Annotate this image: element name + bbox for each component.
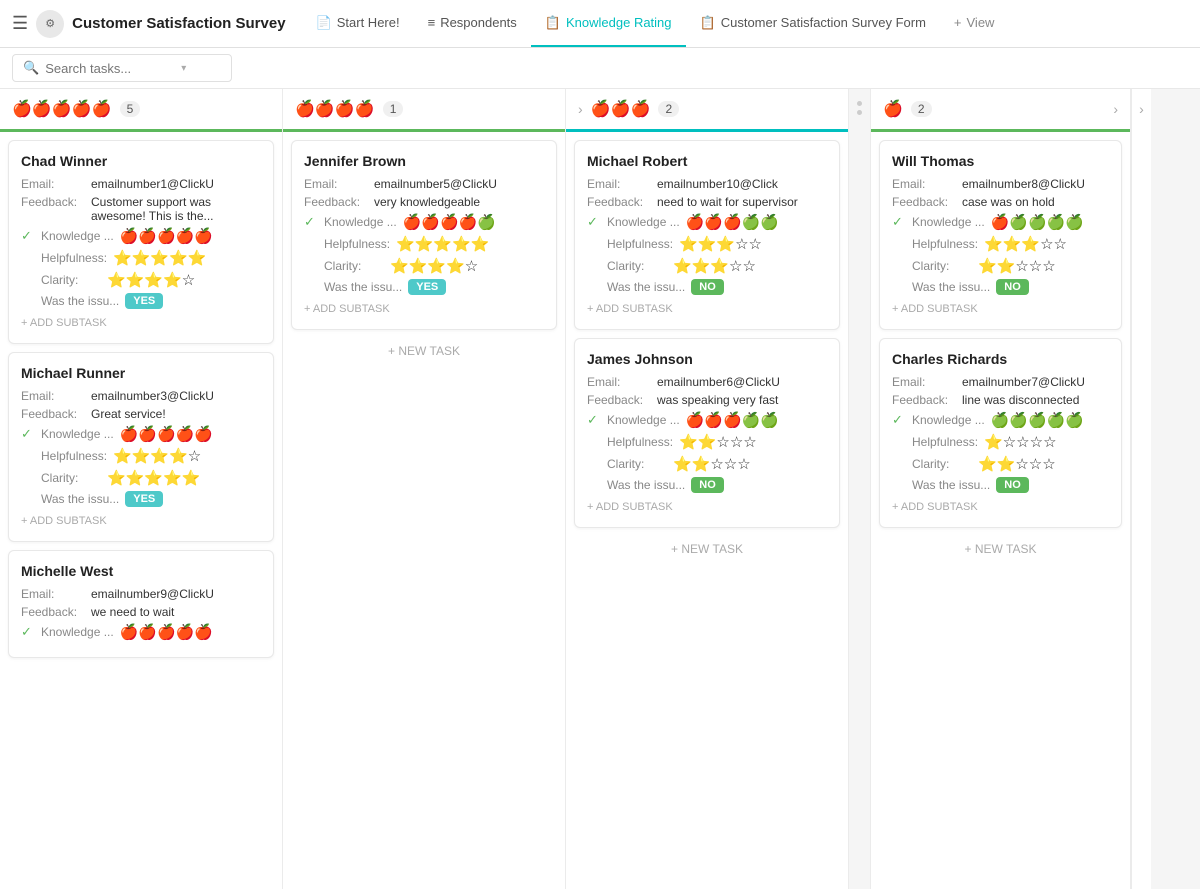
form-icon: 📋 — [700, 15, 716, 31]
card-title: Will Thomas — [892, 153, 1109, 169]
knowledge-label: Knowledge ... — [41, 229, 114, 243]
issue-badge-yes: YES — [125, 293, 163, 309]
card-jennifer-brown: Jennifer Brown Email: emailnumber5@Click… — [291, 140, 557, 330]
search-input-wrapper[interactable]: 🔍 ▾ — [12, 54, 232, 82]
helpfulness-row: Helpfulness: ⭐⭐⭐⭐⭐ — [21, 249, 261, 267]
card-michael-robert: Michael Robert Email: emailnumber10@Clic… — [574, 140, 840, 330]
column-1-header: 🍎🍎🍎🍎🍎 5 — [0, 89, 282, 132]
column-4-body: Will Thomas Email: emailnumber8@ClickU F… — [871, 132, 1130, 889]
card-title: Charles Richards — [892, 351, 1109, 367]
add-subtask-btn4[interactable]: + ADD SUBTASK — [587, 301, 827, 317]
arrow-left-col3[interactable]: › — [578, 101, 583, 117]
tab-view[interactable]: + View — [940, 0, 1009, 47]
card-james-johnson: James Johnson Email: emailnumber6@ClickU… — [574, 338, 840, 528]
knowledge-row2: ✓ Knowledge ... 🍎🍎🍎🍎🍎 — [21, 425, 261, 443]
start-icon: 📄 — [316, 15, 332, 31]
knowledge-icon: 📋 — [545, 15, 561, 31]
app-title: Customer Satisfaction Survey — [72, 15, 285, 32]
apple-icons-col3: 🍎🍎🍎 — [591, 99, 651, 119]
card-chad-winner: Chad Winner Email: emailnumber1@ClickU F… — [8, 140, 274, 344]
column-2-header: 🍎🍎🍎🍎 1 — [283, 89, 565, 132]
add-subtask-btn7[interactable]: + ADD SUBTASK — [892, 499, 1109, 515]
column-2-body: Jennifer Brown Email: emailnumber5@Click… — [283, 132, 565, 889]
new-task-btn-col2[interactable]: + NEW TASK — [291, 338, 557, 364]
email-row: Email: emailnumber1@ClickU — [21, 177, 261, 191]
tab-knowledge[interactable]: 📋 Knowledge Rating — [531, 0, 686, 47]
add-subtask-btn[interactable]: + ADD SUBTASK — [21, 315, 261, 331]
col1-count: 5 — [120, 101, 141, 117]
add-subtask-btn5[interactable]: + ADD SUBTASK — [587, 499, 827, 515]
issue-row: Was the issu... YES — [21, 293, 261, 309]
feedback-value: Customer support was awesome! This is th… — [91, 195, 261, 223]
apple-icons-col4: 🍎 — [883, 99, 903, 119]
card-michelle-west: Michelle West Email: emailnumber9@ClickU… — [8, 550, 274, 658]
column-1: 🍎🍎🍎🍎🍎 5 Chad Winner Email: emailnumber1@… — [0, 89, 283, 889]
tab-start[interactable]: 📄 Start Here! — [302, 0, 414, 47]
column-3: › 🍎🍎🍎 2 Michael Robert Email: emailnumbe… — [566, 89, 849, 889]
card-title: Chad Winner — [21, 153, 261, 169]
card-charles-richards: Charles Richards Email: emailnumber7@Cli… — [879, 338, 1122, 528]
search-input[interactable] — [45, 61, 175, 76]
feedback-label: Feedback: — [21, 407, 83, 421]
new-task-btn-col3[interactable]: + NEW TASK — [574, 536, 840, 562]
helpfulness-label: Helpfulness: — [41, 251, 107, 265]
card-title: Michael Runner — [21, 365, 261, 381]
app-logo: ⚙ — [36, 10, 64, 38]
email-label: Email: — [21, 177, 83, 191]
column-3-body: Michael Robert Email: emailnumber10@Clic… — [566, 132, 848, 889]
clarity-row: Clarity: ⭐⭐⭐⭐☆ — [21, 271, 261, 289]
column-2: 🍎🍎🍎🍎 1 Jennifer Brown Email: emailnumber… — [283, 89, 566, 889]
dot1 — [857, 101, 862, 106]
search-bar: 🔍 ▾ — [0, 48, 1200, 89]
arrow-right-col4[interactable]: › — [1113, 101, 1118, 117]
dot2 — [857, 110, 862, 115]
card-michael-runner: Michael Runner Email: emailnumber3@Click… — [8, 352, 274, 542]
add-subtask-btn6[interactable]: + ADD SUBTASK — [892, 301, 1109, 317]
chevron-down-icon: ▾ — [181, 63, 186, 74]
respondents-icon: ≡ — [428, 15, 436, 30]
col4-count: 2 — [911, 101, 932, 117]
column-4: 🍎 2 › Will Thomas Email: emailnumber8@Cl… — [871, 89, 1131, 889]
email-value: emailnumber1@ClickU — [91, 177, 214, 191]
right-arrow-icon[interactable]: › — [1139, 101, 1144, 117]
issue-label: Was the issu... — [41, 294, 119, 308]
knowledge-apples: 🍎🍎🍎🍎🍎 — [120, 227, 213, 245]
col3-count: 2 — [658, 101, 679, 117]
knowledge-row: ✓ Knowledge ... 🍎🍎🍎🍎🍎 — [21, 227, 261, 245]
col2-count: 1 — [383, 101, 404, 117]
view-icon: + — [954, 15, 962, 30]
check-icon: ✓ — [21, 228, 35, 244]
card-title: Michael Robert — [587, 153, 827, 169]
add-subtask-btn3[interactable]: + ADD SUBTASK — [304, 301, 544, 317]
card-title: Michelle West — [21, 563, 261, 579]
add-subtask-btn2[interactable]: + ADD SUBTASK — [21, 513, 261, 529]
card-will-thomas: Will Thomas Email: emailnumber8@ClickU F… — [879, 140, 1122, 330]
clarity-stars: ⭐⭐⭐⭐☆ — [107, 271, 195, 289]
card-title: Jennifer Brown — [304, 153, 544, 169]
column-4-header: 🍎 2 › — [871, 89, 1130, 132]
tab-respondents[interactable]: ≡ Respondents — [414, 0, 531, 47]
card-title: James Johnson — [587, 351, 827, 367]
new-task-btn-col4[interactable]: + NEW TASK — [879, 536, 1122, 562]
apple-icons-col1: 🍎🍎🍎🍎🍎 — [12, 99, 112, 119]
feedback-row: Feedback: Customer support was awesome! … — [21, 195, 261, 223]
feedback-label: Feedback: — [21, 195, 83, 209]
scroll-indicator — [849, 89, 871, 889]
search-icon: 🔍 — [23, 60, 39, 76]
apple-icons-col2: 🍎🍎🍎🍎 — [295, 99, 375, 119]
email-label: Email: — [21, 389, 83, 403]
column-3-header: › 🍎🍎🍎 2 — [566, 89, 848, 132]
helpfulness-stars: ⭐⭐⭐⭐⭐ — [113, 249, 206, 267]
tab-form[interactable]: 📋 Customer Satisfaction Survey Form — [686, 0, 940, 47]
clarity-label: Clarity: — [41, 273, 101, 287]
hamburger-icon[interactable]: ☰ — [12, 13, 28, 34]
board: 🍎🍎🍎🍎🍎 5 Chad Winner Email: emailnumber1@… — [0, 89, 1200, 889]
tab-nav: 📄 Start Here! ≡ Respondents 📋 Knowledge … — [302, 0, 1009, 47]
header: ☰ ⚙ Customer Satisfaction Survey 📄 Start… — [0, 0, 1200, 48]
right-scroll: › — [1131, 89, 1151, 889]
column-1-body: Chad Winner Email: emailnumber1@ClickU F… — [0, 132, 282, 889]
